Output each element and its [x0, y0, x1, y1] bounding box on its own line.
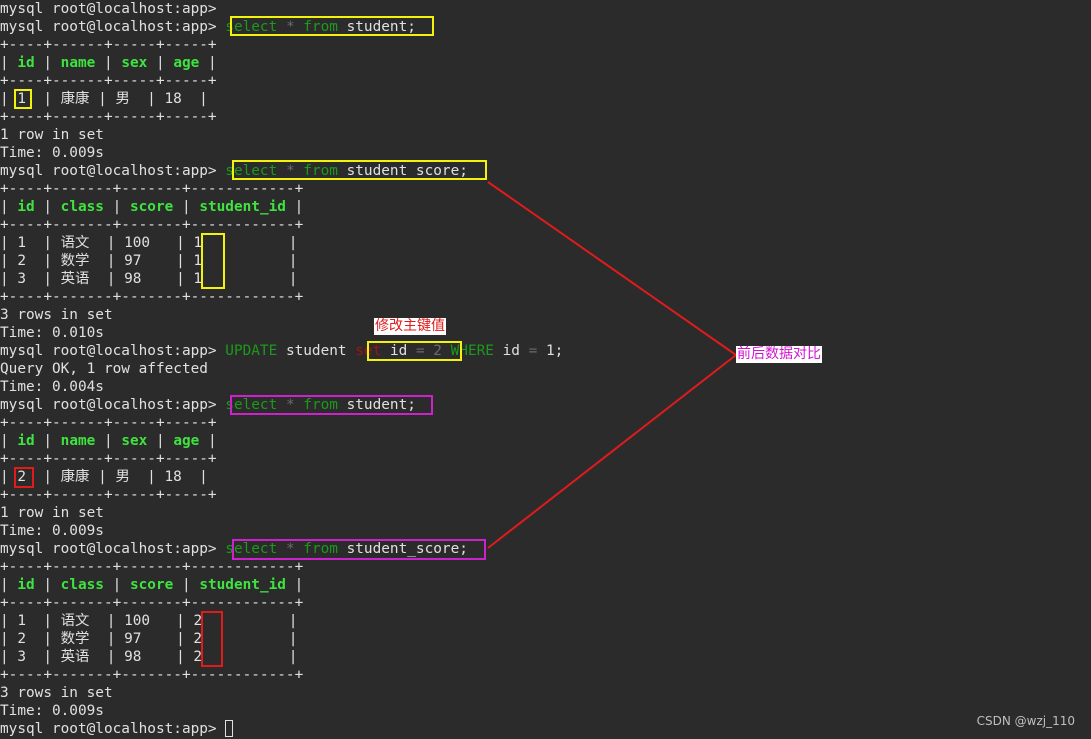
- annotation-arrows: [487, 181, 737, 549]
- terminal-window[interactable]: mysql root@localhost:app> mysql root@loc…: [0, 0, 1091, 739]
- arrow-line-before: [487, 181, 737, 356]
- arrow-line-after: [487, 354, 737, 549]
- annotation-compare-data: 前后数据对比: [736, 346, 822, 363]
- watermark: CSDN @wzj_110: [976, 714, 1075, 728]
- annotation-modify-primary-key: 修改主键值: [374, 318, 446, 335]
